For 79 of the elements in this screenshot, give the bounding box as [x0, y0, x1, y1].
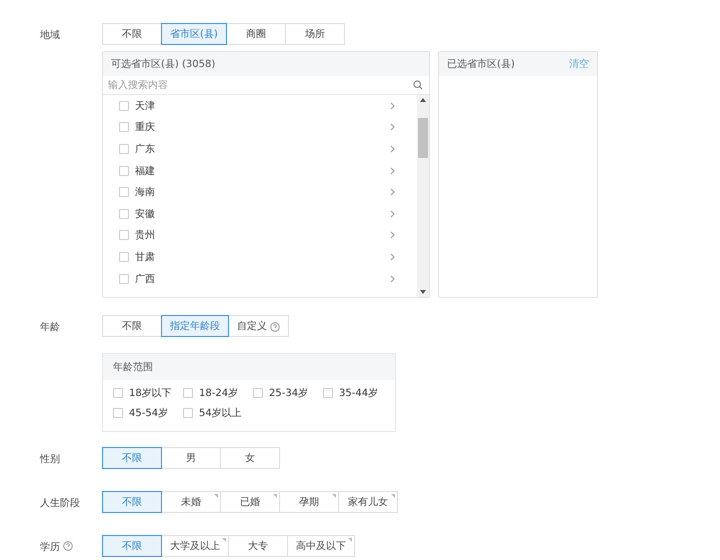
checkbox[interactable] [119, 144, 129, 154]
corner-icon [273, 494, 277, 498]
chevron-right-icon[interactable] [390, 274, 395, 283]
region-item[interactable]: 重庆 [135, 120, 384, 134]
checkbox[interactable] [253, 388, 263, 398]
panel-title: 可选省市区(县) (3058) [111, 58, 216, 71]
checkbox[interactable] [119, 252, 129, 262]
option-button[interactable]: 省市区(县) [161, 23, 227, 45]
option-button[interactable]: 不限 [102, 491, 162, 513]
scrollbar[interactable] [417, 95, 429, 297]
option-button[interactable]: 高中及以下 [287, 535, 355, 557]
region-item[interactable]: 贵州 [135, 228, 384, 242]
region-item[interactable]: 天津 [135, 98, 384, 113]
region-item[interactable]: 海南 [135, 185, 384, 200]
age-option[interactable]: 18岁以下 [129, 386, 172, 400]
corner-icon [391, 494, 395, 498]
corner-icon [348, 538, 352, 542]
checkbox[interactable] [119, 208, 129, 219]
option-button[interactable]: 不限 [102, 23, 162, 45]
help-icon[interactable] [63, 541, 73, 551]
checkbox[interactable] [119, 166, 129, 176]
chevron-right-icon[interactable] [390, 166, 395, 175]
region-item[interactable]: 安徽 [135, 206, 384, 221]
field-label: 人生阶段 [40, 496, 80, 510]
age-option[interactable]: 54岁以上 [199, 406, 242, 420]
option-button[interactable]: 不限 [102, 447, 162, 469]
checkbox[interactable] [119, 122, 129, 132]
region-item[interactable]: 福建 [135, 164, 384, 178]
option-button[interactable]: 指定年龄段 [161, 315, 229, 337]
panel-title: 年龄范围 [113, 360, 153, 374]
help-icon[interactable] [270, 322, 280, 332]
field-label: 地域 [40, 28, 60, 42]
chevron-right-icon[interactable] [390, 252, 395, 261]
checkbox[interactable] [183, 388, 193, 398]
option-button[interactable]: 未婚 [161, 491, 221, 513]
option-button[interactable]: 大学及以上 [161, 535, 229, 557]
checkbox[interactable] [119, 100, 129, 111]
checkbox[interactable] [119, 274, 129, 284]
option-button[interactable]: 男 [161, 447, 221, 469]
age-option[interactable]: 25-34岁 [269, 386, 308, 400]
panel-title: 已选省市区(县) [447, 58, 515, 71]
checkbox[interactable] [119, 230, 129, 240]
option-button[interactable]: 场所 [284, 23, 345, 45]
age-option[interactable]: 45-54岁 [129, 406, 168, 420]
option-button[interactable]: 不限 [102, 315, 162, 337]
chevron-right-icon[interactable] [390, 123, 395, 132]
option-button[interactable]: 不限 [102, 535, 162, 557]
corner-icon [214, 494, 218, 498]
option-button[interactable]: 自定义 [228, 315, 289, 337]
region-item[interactable]: 广东 [135, 142, 384, 156]
option-button[interactable]: 女 [220, 447, 280, 469]
field-label: 年龄 [40, 320, 60, 334]
search-icon[interactable] [413, 80, 423, 90]
scroll-down-icon[interactable] [420, 290, 426, 294]
field-label: 性别 [40, 452, 60, 466]
region-item[interactable]: 广西 [135, 272, 384, 286]
chevron-right-icon[interactable] [390, 102, 395, 110]
option-button[interactable]: 已婚 [220, 491, 280, 513]
checkbox[interactable] [119, 187, 129, 198]
chevron-right-icon[interactable] [390, 231, 395, 240]
checkbox[interactable] [113, 388, 123, 398]
chevron-right-icon[interactable] [390, 188, 395, 196]
checkbox[interactable] [323, 388, 333, 398]
scroll-up-icon[interactable] [420, 98, 426, 102]
corner-icon [222, 538, 226, 542]
chevron-right-icon[interactable] [390, 210, 395, 218]
option-button[interactable]: 家有儿女 [338, 491, 398, 513]
chevron-right-icon[interactable] [390, 144, 395, 153]
region-item[interactable]: 甘肃 [135, 250, 384, 264]
checkbox[interactable] [113, 408, 123, 418]
option-button[interactable]: 大专 [228, 535, 288, 557]
option-button[interactable]: 商圈 [226, 23, 286, 45]
age-option[interactable]: 18-24岁 [199, 386, 238, 400]
field-label: 学历 [40, 541, 60, 554]
scrollbar-thumb[interactable] [418, 118, 428, 158]
checkbox[interactable] [183, 408, 193, 418]
option-button[interactable]: 孕期 [279, 491, 339, 513]
age-option[interactable]: 35-44岁 [339, 386, 378, 400]
corner-icon [332, 494, 336, 498]
